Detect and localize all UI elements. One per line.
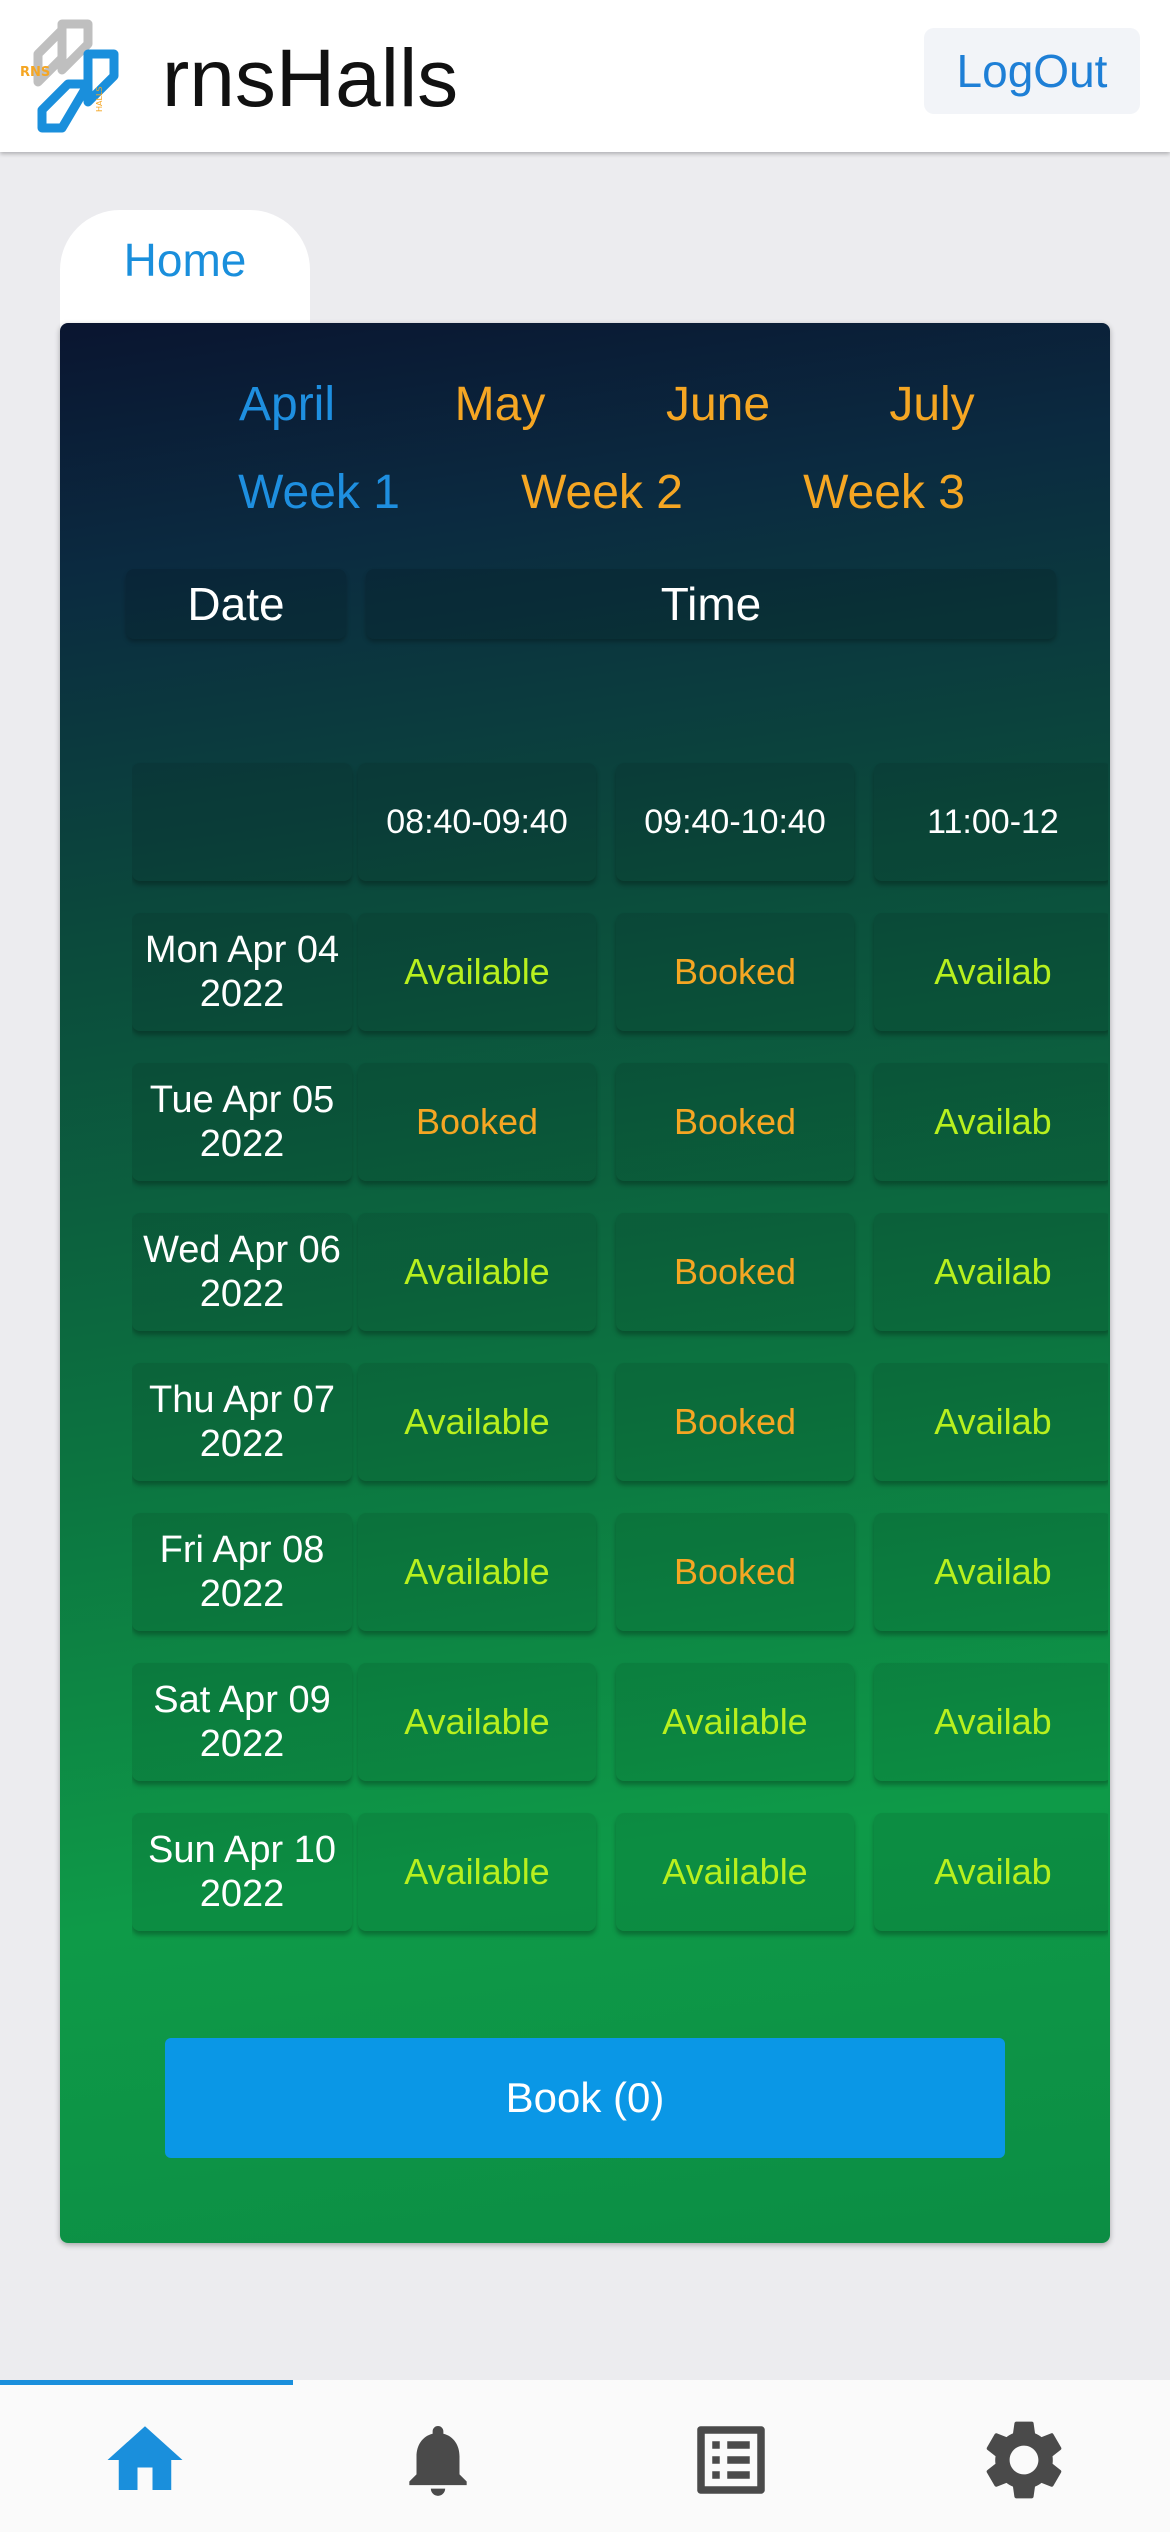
date-cell: Tue Apr 05 2022: [132, 1063, 352, 1181]
nav-notifications[interactable]: [383, 2410, 493, 2510]
week-2[interactable]: Week 2: [482, 465, 722, 520]
rnshalls-logo-icon: RNS HALLS: [20, 19, 119, 133]
slot-available[interactable]: Availab: [874, 1663, 1108, 1781]
time-slot-header: 08:40-09:40: [358, 763, 596, 881]
slot-available[interactable]: Availab: [874, 1363, 1108, 1481]
active-tab-indicator: [0, 2380, 293, 2385]
nav-home[interactable]: [90, 2410, 200, 2510]
date-cell: Thu Apr 07 2022: [132, 1363, 352, 1481]
bottom-nav: [0, 2380, 1170, 2532]
slot-available[interactable]: Availab: [874, 1513, 1108, 1631]
empty-corner-cell: [132, 763, 352, 881]
month-june[interactable]: June: [628, 377, 808, 432]
date-cell: Fri Apr 08 2022: [132, 1513, 352, 1631]
book-button[interactable]: Book (0): [165, 2038, 1005, 2158]
svg-text:HALLS: HALLS: [95, 87, 104, 112]
app-header: RNS HALLS rnsHalls LogOut: [0, 0, 1170, 152]
date-column-header: Date: [126, 569, 346, 639]
slot-available[interactable]: Availab: [874, 913, 1108, 1031]
slot-booked[interactable]: Booked: [358, 1063, 596, 1181]
slot-available[interactable]: Available: [358, 1513, 596, 1631]
month-april[interactable]: April: [197, 377, 377, 432]
bell-icon: [409, 2425, 467, 2496]
month-july[interactable]: July: [842, 377, 1022, 432]
app-title: rnsHalls: [162, 33, 459, 124]
slot-available[interactable]: Available: [358, 1213, 596, 1331]
slot-available[interactable]: Availab: [874, 1213, 1108, 1331]
slot-available[interactable]: Available: [616, 1663, 854, 1781]
slot-booked[interactable]: Booked: [616, 913, 854, 1031]
slot-available[interactable]: Available: [358, 1663, 596, 1781]
slot-available[interactable]: Availab: [874, 1813, 1108, 1931]
date-cell: Sun Apr 10 2022: [132, 1813, 352, 1931]
slot-available[interactable]: Available: [616, 1813, 854, 1931]
schedule-panel: April May June July Week 1 Week 2 Week 3 Date…: [60, 323, 1110, 2243]
nav-settings[interactable]: [969, 2410, 1079, 2510]
tab-home[interactable]: Home: [60, 210, 310, 330]
time-column-header: Time: [366, 569, 1056, 639]
gear-icon: [986, 2421, 1062, 2499]
date-cell: Mon Apr 04 2022: [132, 913, 352, 1031]
home-icon: [107, 2426, 183, 2490]
week-1[interactable]: Week 1: [199, 465, 439, 520]
list-icon: [697, 2426, 765, 2494]
booking-grid: 08:40-09:40 09:40-10:40 11:00-12 Mon Apr 04…: [132, 693, 1108, 2193]
date-cell: Wed Apr 06 2022: [132, 1213, 352, 1331]
slot-booked[interactable]: Booked: [616, 1363, 854, 1481]
slot-available[interactable]: Available: [358, 913, 596, 1031]
slot-booked[interactable]: Booked: [616, 1063, 854, 1181]
week-3[interactable]: Week 3: [764, 465, 1004, 520]
slot-available[interactable]: Availab: [874, 1063, 1108, 1181]
logout-button[interactable]: LogOut: [924, 28, 1140, 114]
month-may[interactable]: May: [410, 377, 590, 432]
slot-available[interactable]: Available: [358, 1363, 596, 1481]
nav-bookings-list[interactable]: [676, 2410, 786, 2510]
time-slot-header: 09:40-10:40: [616, 763, 854, 881]
svg-text:RNS: RNS: [20, 65, 50, 80]
slot-available[interactable]: Available: [358, 1813, 596, 1931]
time-slot-header: 11:00-12: [874, 763, 1108, 881]
slot-booked[interactable]: Booked: [616, 1213, 854, 1331]
date-cell: Sat Apr 09 2022: [132, 1663, 352, 1781]
slot-booked[interactable]: Booked: [616, 1513, 854, 1631]
